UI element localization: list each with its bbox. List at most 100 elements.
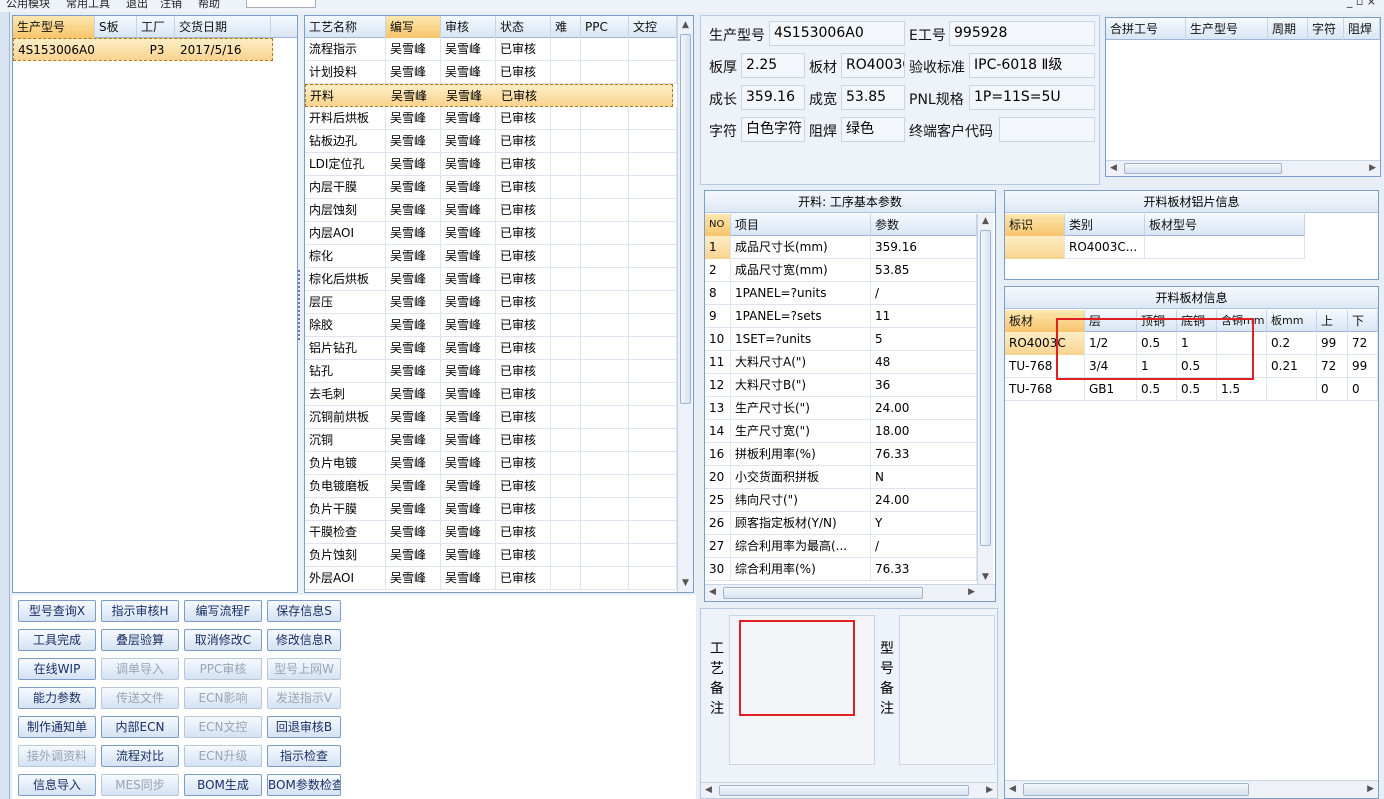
table-row[interactable]: 开料 吴雪峰 吴雪峰 已审核: [305, 84, 673, 107]
col-factory[interactable]: 工厂: [137, 16, 175, 38]
table-row[interactable]: 计划投料 吴雪峰 吴雪峰 已审核: [305, 61, 677, 84]
silkscreen-field[interactable]: 白色字符: [741, 117, 805, 142]
action-button[interactable]: 型号上网W: [267, 658, 341, 680]
table-row[interactable]: 除胶 吴雪峰 吴雪峰 已审核: [305, 314, 677, 337]
e-number-field[interactable]: 995928: [949, 21, 1095, 46]
table-row[interactable]: 去毛刺 吴雪峰 吴雪峰 已审核: [305, 383, 677, 406]
action-button[interactable]: 调单导入: [101, 658, 179, 680]
action-button[interactable]: 发送指示V: [267, 687, 341, 709]
standard-field[interactable]: IPC-6018 Ⅱ级: [969, 53, 1095, 78]
table-row[interactable]: TU-768 GB1 0.5 0.5 1.5 0 0: [1005, 378, 1378, 401]
col-process-name[interactable]: 工艺名称: [305, 16, 386, 38]
table-row[interactable]: 13 生产尺寸长(") 24.00: [705, 397, 977, 420]
table-row[interactable]: 20 小交货面积拼板 N: [705, 466, 977, 489]
col-difficulty[interactable]: 难: [551, 16, 581, 38]
action-button[interactable]: 保存信息S: [267, 600, 341, 622]
action-button[interactable]: 取消修改C: [184, 629, 262, 651]
table-row[interactable]: 14 生产尺寸宽(") 18.00: [705, 420, 977, 443]
col-writer[interactable]: 编写: [386, 16, 441, 38]
table-row[interactable]: 内层蚀刻 吴雪峰 吴雪峰 已审核: [305, 199, 677, 222]
col-mask[interactable]: 阻焊: [1344, 18, 1380, 40]
model-notes-field[interactable]: [899, 615, 995, 765]
length-field[interactable]: 359.16: [741, 85, 805, 110]
material-field[interactable]: RO4003C: [841, 53, 905, 78]
table-row[interactable]: 内层干膜 吴雪峰 吴雪峰 已审核: [305, 176, 677, 199]
table-row[interactable]: 层压 吴雪峰 吴雪峰 已审核: [305, 291, 677, 314]
action-button[interactable]: 修改信息R: [267, 629, 341, 651]
table-row[interactable]: 25 纬向尺寸(") 24.00: [705, 489, 977, 512]
action-button[interactable]: 指示检查: [267, 745, 341, 767]
table-row[interactable]: 负电镀磨板 吴雪峰 吴雪峰 已审核: [305, 475, 677, 498]
menu-public[interactable]: 公用模块: [6, 0, 50, 11]
table-row[interactable]: 2 成品尺寸宽(mm) 53.85: [705, 259, 977, 282]
table-row[interactable]: LDI定位孔 吴雪峰 吴雪峰 已审核: [305, 153, 677, 176]
merge-hscroll[interactable]: ◀ ▶: [1106, 160, 1380, 176]
table-row[interactable]: 26 顾客指定板材(Y/N) Y: [705, 512, 977, 535]
table-row[interactable]: 棕化后烘板 吴雪峰 吴雪峰 已审核: [305, 268, 677, 291]
sheet-hscroll[interactable]: ◀ ▶: [1005, 780, 1378, 798]
action-button[interactable]: 能力参数: [18, 687, 96, 709]
action-button[interactable]: 指示审核H: [101, 600, 179, 622]
table-row[interactable]: 钻板边孔 吴雪峰 吴雪峰 已审核: [305, 130, 677, 153]
table-row[interactable]: 16 拼板利用率(%) 76.33: [705, 443, 977, 466]
action-button[interactable]: ECN升级: [184, 745, 262, 767]
params-vscroll[interactable]: ▲ ▼: [977, 214, 993, 584]
table-row[interactable]: 27 综合利用率为最高(... /: [705, 535, 977, 558]
action-button[interactable]: ECN文控: [184, 716, 262, 738]
customer-code-field[interactable]: [999, 117, 1095, 142]
action-button[interactable]: 制作通知单: [18, 716, 96, 738]
menu-search-box[interactable]: [246, 0, 316, 8]
col-period[interactable]: 周期: [1268, 18, 1308, 40]
col-s-board[interactable]: S板: [95, 16, 137, 38]
scroll-thumb[interactable]: [680, 34, 691, 404]
table-row[interactable]: 负片干膜 吴雪峰 吴雪峰 已审核: [305, 498, 677, 521]
table-row[interactable]: 4S153006A0 P3 2017/5/16: [13, 38, 273, 61]
splitter-handle[interactable]: [298, 270, 302, 340]
pnl-field[interactable]: 1P=11S=5U: [969, 85, 1095, 110]
action-button[interactable]: 回退审核B: [267, 716, 341, 738]
table-row[interactable]: 8 1PANEL=?units /: [705, 282, 977, 305]
thickness-field[interactable]: 2.25: [741, 53, 805, 78]
col-delivery-date[interactable]: 交货日期: [175, 16, 271, 38]
action-button[interactable]: 编写流程F: [184, 600, 262, 622]
menu-help[interactable]: 帮助: [198, 0, 220, 11]
table-row[interactable]: 10 1SET=?units 5: [705, 328, 977, 351]
col-no[interactable]: NO: [705, 214, 731, 236]
table-row[interactable]: 沉铜前烘板 吴雪峰 吴雪峰 已审核: [305, 406, 677, 429]
model-field[interactable]: 4S153006A0: [769, 21, 905, 46]
col-down[interactable]: 下: [1348, 310, 1378, 332]
table-row[interactable]: 9 1PANEL=?sets 11: [705, 305, 977, 328]
col-merge-model[interactable]: 生产型号: [1186, 18, 1268, 40]
action-button[interactable]: 在线WIP: [18, 658, 96, 680]
table-row[interactable]: 沉铜 吴雪峰 吴雪峰 已审核: [305, 429, 677, 452]
action-button[interactable]: 信息导入: [18, 774, 96, 796]
table-row[interactable]: 12 大料尺寸B(") 36: [705, 374, 977, 397]
window-controls[interactable]: _ ▫ ×: [1347, 0, 1376, 8]
table-row[interactable]: 11 大料尺寸A(") 48: [705, 351, 977, 374]
col-param[interactable]: 参数: [871, 214, 977, 236]
action-button[interactable]: 工具完成: [18, 629, 96, 651]
action-button[interactable]: BOM生成: [184, 774, 262, 796]
menu-logout[interactable]: 注销: [160, 0, 182, 11]
action-button[interactable]: 接外调资料: [18, 745, 96, 767]
table-row[interactable]: RO4003C...: [1005, 236, 1305, 259]
col-ppc[interactable]: PPC: [581, 16, 629, 38]
col-board-type[interactable]: 板材型号: [1145, 214, 1305, 236]
action-button[interactable]: BOM参数检查: [267, 774, 341, 796]
action-button[interactable]: 型号查询X: [18, 600, 96, 622]
col-item[interactable]: 项目: [731, 214, 871, 236]
menu-exit[interactable]: 退出: [126, 0, 148, 11]
table-row[interactable]: 1 成品尺寸长(mm) 359.16: [705, 236, 977, 259]
col-merge-no[interactable]: 合拼工号: [1106, 18, 1186, 40]
table-row[interactable]: 棕化 吴雪峰 吴雪峰 已审核: [305, 245, 677, 268]
table-row[interactable]: 流程指示 吴雪峰 吴雪峰 已审核: [305, 38, 677, 61]
action-button[interactable]: 流程对比: [101, 745, 179, 767]
action-button[interactable]: ECN影响: [184, 687, 262, 709]
action-button[interactable]: 内部ECN: [101, 716, 179, 738]
menu-tools[interactable]: 常用工具: [66, 0, 110, 11]
table-row[interactable]: 负片蚀刻 吴雪峰 吴雪峰 已审核: [305, 544, 677, 567]
col-category[interactable]: 类别: [1065, 214, 1145, 236]
process-vscroll[interactable]: ▲ ▼: [677, 16, 693, 592]
col-char[interactable]: 字符: [1308, 18, 1344, 40]
table-row[interactable]: 铝片钻孔 吴雪峰 吴雪峰 已审核: [305, 337, 677, 360]
